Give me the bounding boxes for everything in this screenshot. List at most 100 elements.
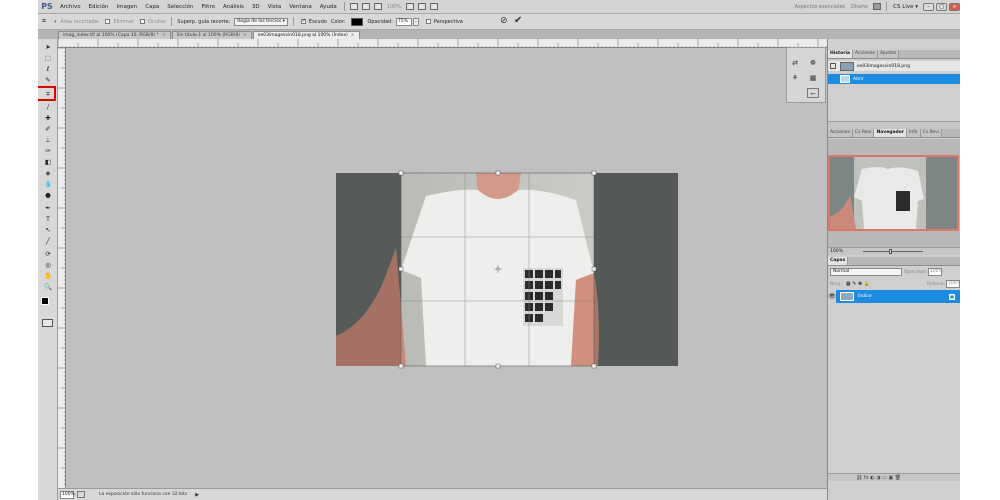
maximize-icon[interactable]: □ <box>936 2 947 11</box>
tab-sin-titulo[interactable]: Sin título-1 al 100% (RGB/8) × <box>171 31 252 39</box>
quick-mask-icon[interactable] <box>42 319 53 327</box>
cs-live-button[interactable]: CS Live ▾ <box>890 4 921 10</box>
opacity-arrow[interactable]: › <box>412 17 419 26</box>
tab-ee03images[interactable]: ee03imagesvin018.png al 100% (Índex) × <box>252 31 360 39</box>
layer-row-indice[interactable]: 👁 Índice ■ <box>828 290 960 303</box>
hide-radio[interactable] <box>139 19 145 24</box>
fill-input[interactable]: 100% <box>946 280 960 288</box>
screen-mode-icon[interactable] <box>406 3 415 10</box>
eraser-tool-icon[interactable]: ◧ <box>42 158 54 167</box>
tab-imag-index[interactable]: imag_index.tif al 100% (Capa 10, RGB/8) … <box>58 31 171 39</box>
dodge-tool-icon[interactable]: ● <box>42 191 54 200</box>
marquee-tool-icon[interactable]: ⬚ <box>42 54 54 63</box>
lasso-tool-icon[interactable]: ℓ <box>42 65 54 74</box>
paint-bucket-tool-icon[interactable]: ◈ <box>42 169 54 178</box>
workspace-more-icon[interactable] <box>873 3 882 10</box>
bridge-icon[interactable] <box>349 3 358 10</box>
foreground-color-swatch[interactable] <box>41 297 49 305</box>
menu-edicion[interactable]: Edición <box>85 4 113 10</box>
path-selection-tool-icon[interactable]: ↖ <box>42 226 54 235</box>
quick-selection-tool-icon[interactable]: ✎ <box>42 76 54 85</box>
menu-3d[interactable]: 3D <box>248 4 264 10</box>
pen-tool-icon[interactable]: ✒ <box>42 204 54 213</box>
brush-tool-icon[interactable]: ✐ <box>42 125 54 134</box>
layers-footer-icons[interactable]: ⛓ fx ◐ ◑ ▭ ▣ 🗑 <box>856 475 901 481</box>
move-tool-icon[interactable]: ➤ <box>42 43 54 52</box>
status-menu-arrow[interactable]: ▶ <box>195 492 199 498</box>
tab-acciones[interactable]: Acciones <box>828 129 853 137</box>
tab-cs-revi-2[interactable]: Cs Revi <box>920 129 943 137</box>
tool-presets-icon[interactable]: ⇄ <box>789 58 801 68</box>
crop-tool-preset-icon[interactable]: ⌗ <box>42 17 52 26</box>
layer-opacity-input[interactable]: 100% <box>927 268 943 276</box>
close-tab-icon[interactable]: × <box>243 33 247 38</box>
opacity-input[interactable]: 75% <box>395 17 412 26</box>
menu-ventana[interactable]: Ventana <box>285 4 316 10</box>
perspective-checkbox[interactable] <box>425 19 431 24</box>
menu-vista[interactable]: Vista <box>264 4 286 10</box>
workspace-design[interactable]: Diseño <box>848 4 871 10</box>
type-tool-icon[interactable]: T <box>42 215 54 224</box>
menu-filtro[interactable]: Filtro <box>197 4 218 10</box>
arrange-documents-icon[interactable] <box>418 3 427 10</box>
document-image[interactable] <box>66 48 827 488</box>
zoom-level[interactable]: 100% <box>384 4 404 10</box>
menu-capa[interactable]: Capa <box>141 4 163 10</box>
zoom-tool-icon[interactable]: 🔍 <box>42 283 54 292</box>
blend-mode-select[interactable]: Normal <box>830 268 902 276</box>
menu-seleccion[interactable]: Selección <box>163 4 197 10</box>
close-icon[interactable]: × <box>949 2 960 11</box>
brush-presets-icon[interactable]: ❁ <box>807 58 819 68</box>
tab-actions[interactable]: Acciones <box>853 50 878 58</box>
workspace-essentials[interactable]: Aspectos esenciales <box>792 4 848 10</box>
hand-tool-icon[interactable]: ✋ <box>42 272 54 281</box>
snapshot-thumbnail <box>840 61 854 71</box>
tab-layers[interactable]: Capas <box>828 257 849 265</box>
navigator-preview-area[interactable] <box>828 139 960 247</box>
layer-visibility-eye-icon[interactable]: 👁 <box>828 290 836 303</box>
menu-analisis[interactable]: Análisis <box>219 4 248 10</box>
hand-tool-icon[interactable] <box>430 3 439 10</box>
tab-history[interactable]: Historia <box>828 50 854 58</box>
menu-archivo[interactable]: Archivo <box>56 4 85 10</box>
canvas-area[interactable] <box>66 48 827 488</box>
history-state-row[interactable]: Abrir <box>828 74 960 84</box>
snapshot-checkbox[interactable] <box>830 63 836 69</box>
tab-adjustments[interactable]: Ajustes <box>877 50 900 58</box>
blur-tool-icon[interactable]: 💧 <box>42 180 54 189</box>
guide-overlay-select[interactable]: Regla de los tercios ▾ <box>234 17 288 26</box>
clone-source-icon[interactable]: ⚘ <box>789 73 801 83</box>
lock-icons[interactable]: ▦ ✎ ✥ 🔒 <box>846 281 870 287</box>
menu-ayuda[interactable]: Ayuda <box>316 4 341 10</box>
guide-overlay-value: Regla de los tercios <box>237 18 282 24</box>
3d-rotate-tool-icon[interactable]: ⟳ <box>42 250 54 259</box>
minimize-icon[interactable]: – <box>923 2 934 11</box>
layer-name[interactable]: Índice <box>858 294 872 299</box>
3d-orbit-tool-icon[interactable]: ◎ <box>42 261 54 270</box>
cancel-crop-icon[interactable]: ⊘ <box>500 16 508 26</box>
commit-crop-icon[interactable]: ✔ <box>514 15 522 26</box>
navigator-thumbnail[interactable] <box>828 139 960 247</box>
shield-checkbox[interactable]: ✓ <box>300 18 306 24</box>
history-brush-tool-icon[interactable]: ✑ <box>42 147 54 156</box>
shield-color-swatch[interactable] <box>350 17 363 26</box>
navigator-zoom-slider[interactable] <box>862 249 923 254</box>
navigator-zoom[interactable]: 100% <box>830 249 843 254</box>
menu-imagen[interactable]: Imagen <box>112 4 141 10</box>
shape-tool-icon[interactable]: ╱ <box>42 237 54 246</box>
status-zoom-input[interactable]: 100% <box>60 490 75 499</box>
tab-cs-revi-1[interactable]: Cs Revi <box>852 129 875 137</box>
minibridge-icon[interactable] <box>361 3 370 10</box>
channels-icon[interactable]: ▦ <box>807 73 819 83</box>
paths-icon[interactable]: ⌐ <box>807 88 819 98</box>
close-tab-icon[interactable]: × <box>162 33 166 38</box>
view-extras-icon[interactable] <box>373 3 382 10</box>
healing-brush-tool-icon[interactable]: ✚ <box>42 114 54 123</box>
tab-navigator[interactable]: Navegador <box>874 129 908 137</box>
close-tab-icon[interactable]: × <box>351 33 355 38</box>
clone-stamp-tool-icon[interactable]: ⊥ <box>42 136 54 145</box>
tab-info[interactable]: Info <box>907 129 921 137</box>
eyedropper-tool-icon[interactable]: ∕ <box>42 103 54 112</box>
history-snapshot-row[interactable]: ee03imagesvin018.png <box>828 61 960 71</box>
delete-radio[interactable] <box>105 19 111 24</box>
